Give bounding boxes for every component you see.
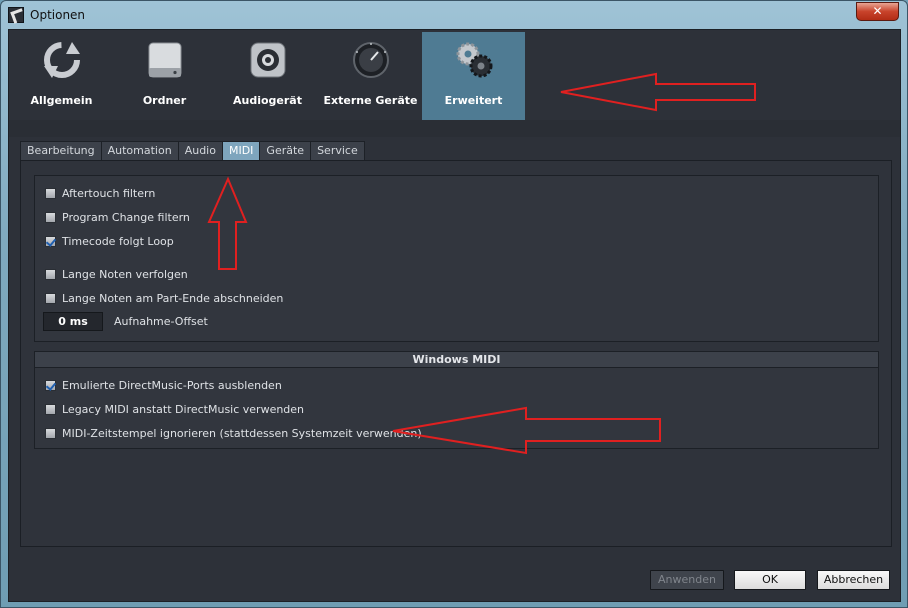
gears-icon <box>456 42 493 78</box>
drive-icon <box>148 42 182 78</box>
tab-midi[interactable]: MIDI <box>221 141 261 161</box>
checkbox[interactable] <box>45 427 56 439</box>
tab-bearbeitung[interactable]: Bearbeitung <box>20 141 102 161</box>
apply-button[interactable]: Anwenden <box>650 570 724 590</box>
app-icon <box>8 7 24 23</box>
option-aftertouch-filtern[interactable]: Aftertouch filtern <box>45 185 155 201</box>
midi-options-group: Aftertouch filtern Program Change filter… <box>34 175 879 342</box>
checkbox[interactable] <box>45 235 56 247</box>
checkbox[interactable] <box>45 187 56 199</box>
ok-button[interactable]: OK <box>734 570 806 590</box>
option-label: Legacy MIDI anstatt DirectMusic verwende… <box>62 402 305 416</box>
windows-midi-header: Windows MIDI <box>35 352 878 368</box>
recording-offset-label: Aufnahme-Offset <box>114 315 208 328</box>
recording-offset-input[interactable]: 0 ms <box>43 312 103 331</box>
option-legacy-midi[interactable]: Legacy MIDI anstatt DirectMusic verwende… <box>45 401 304 417</box>
category-audiogeraet[interactable]: Audiogerät <box>216 32 319 120</box>
category-label: Audiogerät <box>233 94 302 107</box>
option-label: Program Change filtern <box>62 210 190 224</box>
checkbox[interactable] <box>45 292 56 304</box>
client-area: Allgemein Ordner Audiogerät Externe Gerä… <box>8 29 901 602</box>
category-label: Externe Geräte <box>323 94 418 107</box>
option-lange-noten-verfolgen[interactable]: Lange Noten verfolgen <box>45 266 188 282</box>
option-zeitstempel-ignorieren[interactable]: MIDI-Zeitstempel ignorieren (stattdessen… <box>45 425 422 441</box>
checkbox[interactable] <box>45 211 56 223</box>
tab-automation[interactable]: Automation <box>100 141 179 161</box>
window-title: Optionen <box>30 8 86 22</box>
checkbox[interactable] <box>45 403 56 415</box>
category-label: Allgemein <box>30 94 93 107</box>
category-separator <box>9 120 900 137</box>
windows-midi-group: Windows MIDI Emulierte DirectMusic-Ports… <box>34 351 879 449</box>
midi-tab-panel: Aftertouch filtern Program Change filter… <box>20 160 892 547</box>
category-externe-geraete[interactable]: Externe Geräte <box>319 32 422 120</box>
close-button[interactable]: ✕ <box>856 2 899 21</box>
category-erweitert[interactable]: Erweitert <box>422 32 525 120</box>
option-label: Emulierte DirectMusic-Ports ausblenden <box>62 378 282 392</box>
option-lange-noten-abschneiden[interactable]: Lange Noten am Part-Ende abschneiden <box>45 290 283 306</box>
option-label: MIDI-Zeitstempel ignorieren (stattdessen… <box>62 426 422 440</box>
category-label: Ordner <box>142 94 187 107</box>
tab-service[interactable]: Service <box>310 141 365 161</box>
knob-icon <box>353 42 389 78</box>
option-timecode-folgt-loop[interactable]: Timecode folgt Loop <box>45 233 174 249</box>
option-emulierte-ports-ausblenden[interactable]: Emulierte DirectMusic-Ports ausblenden <box>45 377 282 393</box>
tab-bar: Bearbeitung Automation Audio MIDI Geräte… <box>20 141 365 161</box>
category-allgemein[interactable]: Allgemein <box>10 32 113 120</box>
speaker-icon <box>250 42 286 78</box>
option-program-change-filtern[interactable]: Program Change filtern <box>45 209 190 225</box>
refresh-icon <box>44 42 80 78</box>
category-ordner[interactable]: Ordner <box>113 32 216 120</box>
option-label: Timecode folgt Loop <box>62 234 174 248</box>
cancel-button[interactable]: Abbrechen <box>817 570 890 590</box>
option-label: Aftertouch filtern <box>62 186 156 200</box>
category-bar: Allgemein Ordner Audiogerät Externe Gerä… <box>9 30 900 120</box>
option-label: Lange Noten am Part-Ende abschneiden <box>62 291 284 305</box>
checkbox[interactable] <box>45 379 56 391</box>
options-window: Optionen ✕ Allgemein Ordner Audiogerät E… <box>0 0 908 608</box>
title-bar[interactable]: Optionen ✕ <box>1 1 907 29</box>
tab-geraete[interactable]: Geräte <box>259 141 312 161</box>
option-label: Lange Noten verfolgen <box>62 267 188 281</box>
tab-audio[interactable]: Audio <box>177 141 223 161</box>
category-label: Erweitert <box>444 94 503 107</box>
checkbox[interactable] <box>45 268 56 280</box>
